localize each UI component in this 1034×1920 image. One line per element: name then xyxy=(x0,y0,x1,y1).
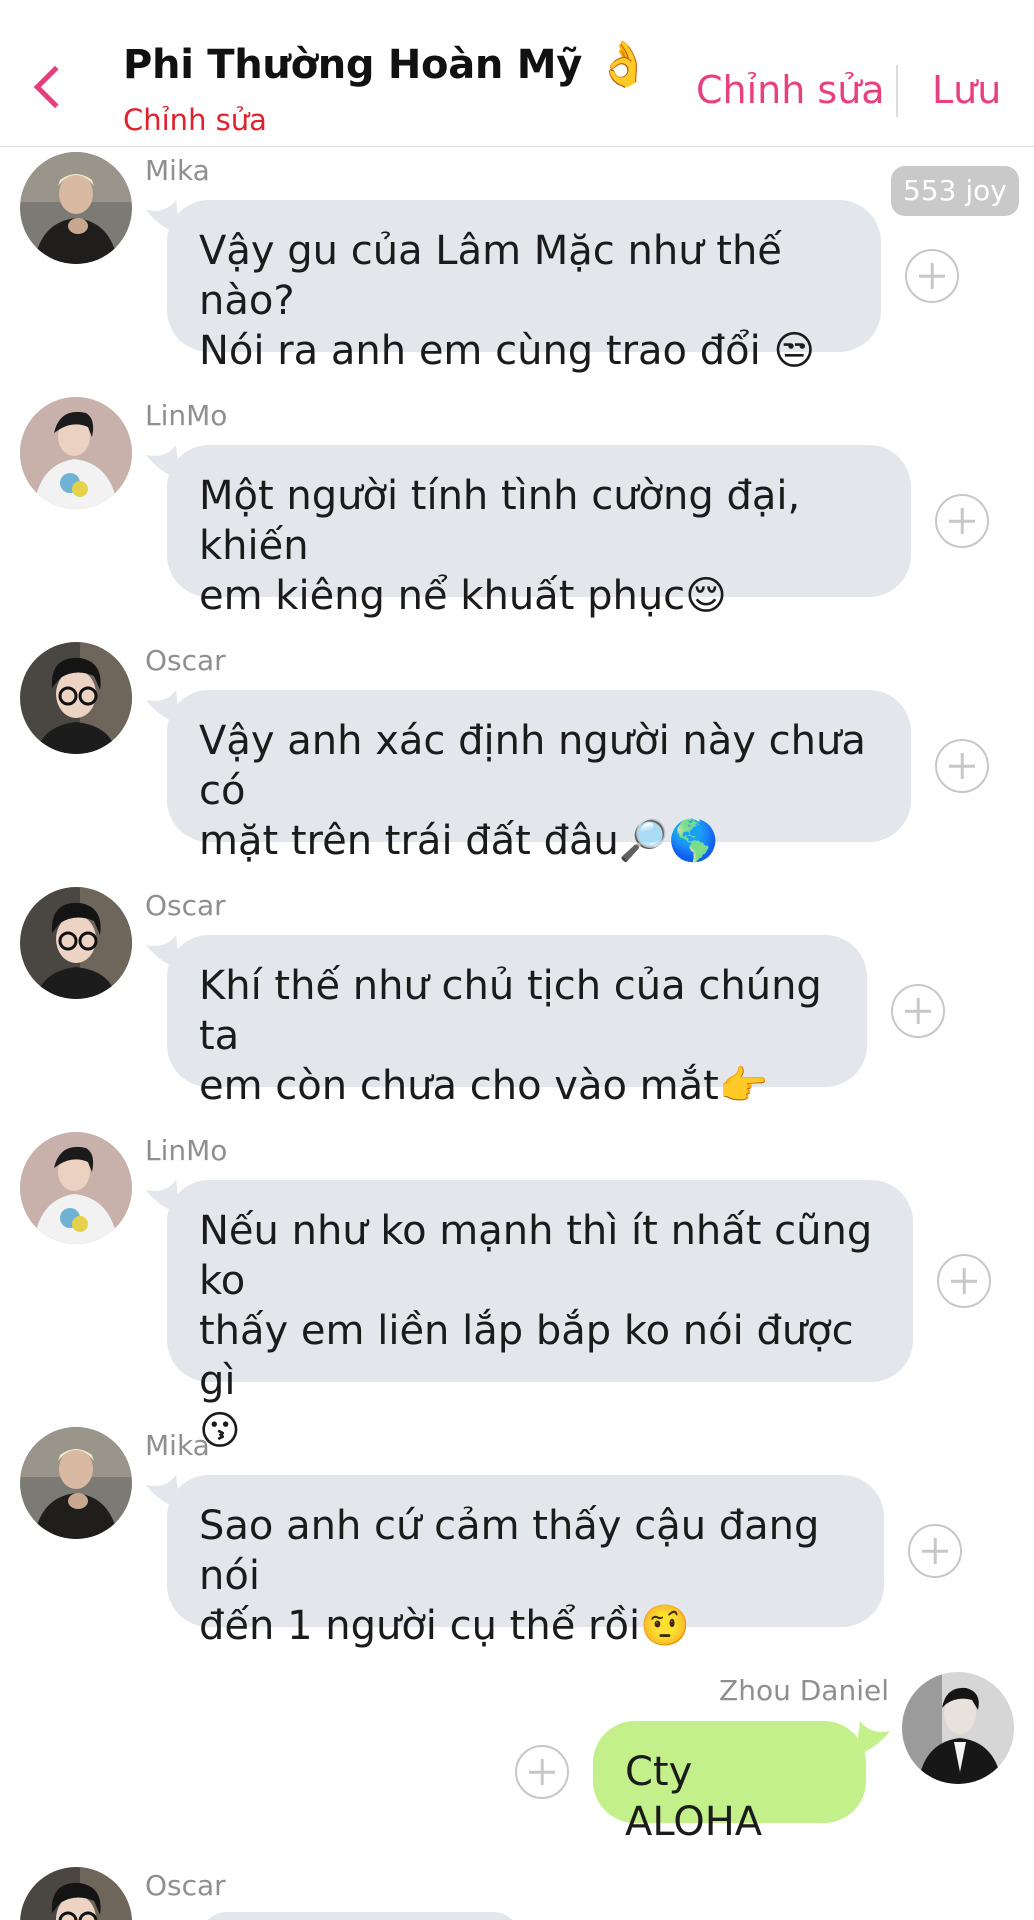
avatar-linmo-image xyxy=(20,1132,132,1244)
message-bubble[interactable]: Nếu như ko mạnh thì ít nhất cũng ko thấy… xyxy=(167,1180,913,1454)
message-line: Nếu như ko mạnh thì ít nhất cũng ko xyxy=(199,1208,873,1304)
message-line: Một người tính tình cường đại, khiến xyxy=(199,473,801,569)
chat-title: Phi Thường Hoàn Mỹ xyxy=(123,42,583,88)
sender-name: Oscar xyxy=(145,644,226,677)
sender-name: Mika xyxy=(145,1429,210,1462)
avatar-mika-image xyxy=(20,1427,132,1539)
message-bubble-outgoing[interactable]: Cty ALOHA xyxy=(593,1721,866,1845)
avatar-oscar[interactable] xyxy=(20,642,132,754)
message-line: Khí thế như chủ tịch của chúng ta xyxy=(199,963,822,1059)
add-reaction-button[interactable] xyxy=(937,1254,991,1308)
message-line: Nói ra anh em cùng trao đổi 😒 xyxy=(199,328,816,374)
message-line: Sao anh cứ cảm thấy cậu đang nói xyxy=(199,1503,820,1599)
sender-name: LinMo xyxy=(145,1134,228,1167)
message-bubble[interactable]: Khí thế như chủ tịch của chúng ta em còn… xyxy=(167,935,867,1109)
sender-name: Mika xyxy=(145,154,210,187)
sender-name: Oscar xyxy=(145,1869,226,1902)
add-reaction-button[interactable] xyxy=(935,739,989,793)
avatar-linmo[interactable] xyxy=(20,1132,132,1244)
message-bubble[interactable] xyxy=(200,1912,520,1920)
avatar-linmo-image xyxy=(20,397,132,509)
avatar-mika[interactable] xyxy=(20,1427,132,1539)
message-line: mặt trên trái đất đâu🔎🌎 xyxy=(199,818,719,864)
message-line: đến 1 người cụ thể rồi🤨 xyxy=(199,1603,690,1649)
message-bubble[interactable]: Sao anh cứ cảm thấy cậu đang nói đến 1 n… xyxy=(167,1475,884,1649)
add-reaction-button[interactable] xyxy=(515,1745,569,1799)
avatar-zhou-daniel[interactable] xyxy=(902,1672,1014,1784)
avatar-oscar-image xyxy=(20,642,132,754)
joy-badge: 553 joy xyxy=(891,166,1019,216)
sender-name: Zhou Daniel xyxy=(719,1674,889,1707)
message-bubble[interactable]: Một người tính tình cường đại, khiến em … xyxy=(167,445,911,619)
add-reaction-button[interactable] xyxy=(891,984,945,1038)
avatar-linmo[interactable] xyxy=(20,397,132,509)
header-divider xyxy=(896,65,898,117)
edit-button[interactable]: Chỉnh sửa xyxy=(696,68,885,112)
avatar-oscar-image xyxy=(20,887,132,999)
avatar-oscar-image xyxy=(20,1867,132,1920)
message-bubble[interactable]: Vậy gu của Lâm Mặc như thế nào? Nói ra a… xyxy=(167,200,881,374)
message-bubble[interactable]: Vậy anh xác định người này chưa có mặt t… xyxy=(167,690,911,864)
message-line: Vậy anh xác định người này chưa có xyxy=(199,718,866,814)
message-line: 😗 xyxy=(199,1408,241,1454)
add-reaction-button[interactable] xyxy=(935,494,989,548)
message-line: Vậy gu của Lâm Mặc như thế nào? xyxy=(199,228,782,324)
ok-hand-emoji: 👌 xyxy=(596,39,651,90)
message-line: thấy em liền lắp bắp ko nói được gì xyxy=(199,1308,854,1404)
avatar-zhou-daniel-image xyxy=(902,1672,1014,1784)
title-row: Phi Thường Hoàn Mỹ 👌 xyxy=(123,42,651,88)
avatar-mika[interactable] xyxy=(20,152,132,264)
avatar-oscar[interactable] xyxy=(20,1867,132,1920)
message-line: em kiêng nể khuất phục😌 xyxy=(199,573,727,619)
chat-header: Phi Thường Hoàn Mỹ 👌 Chỉnh sửa Chỉnh sửa… xyxy=(0,0,1034,147)
save-button[interactable]: Lưu xyxy=(932,68,1001,112)
avatar-oscar[interactable] xyxy=(20,887,132,999)
sender-name: Oscar xyxy=(145,889,226,922)
chat-subtitle[interactable]: Chỉnh sửa xyxy=(123,103,267,137)
avatar-mika-image xyxy=(20,152,132,264)
add-reaction-button[interactable] xyxy=(908,1524,962,1578)
message-line: em còn chưa cho vào mắt👉 xyxy=(199,1063,769,1109)
add-reaction-button[interactable] xyxy=(905,249,959,303)
sender-name: LinMo xyxy=(145,399,228,432)
message-line: Cty ALOHA xyxy=(625,1749,763,1845)
